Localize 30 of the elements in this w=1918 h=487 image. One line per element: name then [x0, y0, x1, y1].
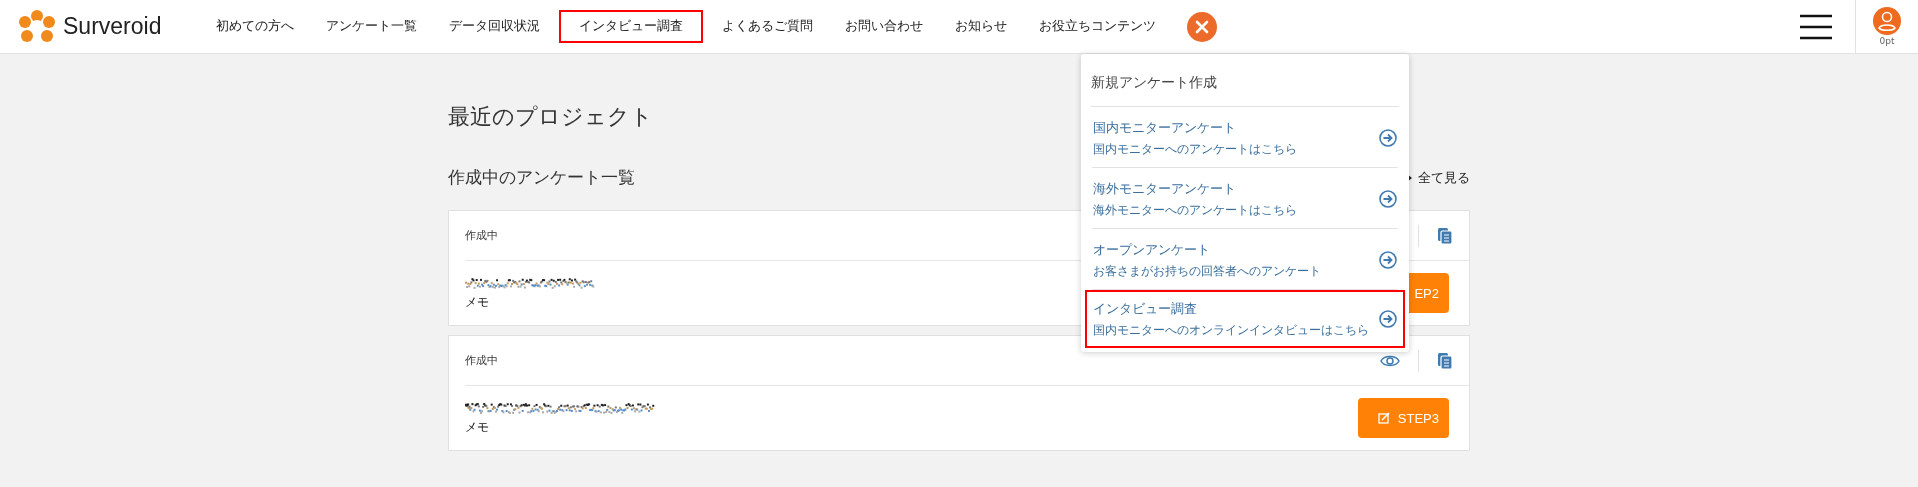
page-title: 最近のプロジェクト: [448, 103, 653, 131]
menu-item-label: 海外モニターアンケート: [1093, 180, 1237, 198]
menu-item-label: オープンアンケート: [1093, 241, 1211, 259]
menu-item[interactable]: インタビュー調査 国内モニターへのオンラインインタビューはこちら: [1085, 290, 1405, 348]
memo-text: メモ: [465, 293, 490, 311]
menu-item[interactable]: オープンアンケート お客さまがお持ちの回答者へのアンケート: [1091, 229, 1399, 290]
menu-item-description: 国内モニターへのアンケートはこちら: [1093, 142, 1297, 157]
menu-item-description: 国内モニターへのオンラインインタビューはこちら: [1093, 323, 1369, 338]
status-text: 作成中: [465, 353, 498, 368]
nav-link[interactable]: アンケート一覧: [313, 10, 430, 43]
status-text: 作成中: [465, 228, 498, 243]
logo-text[interactable]: Surveroid: [63, 13, 162, 40]
menu-item-label: インタビュー調査: [1093, 300, 1198, 318]
menu-item[interactable]: 海外モニターアンケート 海外モニターへのアンケートはこちら: [1091, 168, 1399, 229]
nav-link[interactable]: データ回収状況: [436, 10, 553, 43]
nav-link[interactable]: お問い合わせ: [832, 10, 936, 43]
menu-item-description: 海外モニターへのアンケートはこちら: [1093, 203, 1297, 218]
points-text: 0pt: [1879, 36, 1895, 46]
menu-item[interactable]: 国内モニターアンケート 国内モニターへのアンケートはこちら: [1091, 107, 1399, 168]
see-all-link[interactable]: 全て見る: [1418, 168, 1470, 187]
memo-text: メモ: [465, 418, 490, 436]
menu-item-label: 国内モニターアンケート: [1093, 119, 1237, 137]
nav-link[interactable]: お役立ちコンテンツ: [1026, 10, 1169, 43]
nav-link[interactable]: よくあるご質問: [709, 10, 826, 43]
section-title: 作成中のアンケート一覧: [448, 166, 635, 189]
menu-item-description: お客さまがお持ちの回答者へのアンケート: [1093, 264, 1321, 279]
nav-link[interactable]: 初めての方へ: [203, 10, 307, 43]
nav-link[interactable]: お知らせ: [942, 10, 1020, 43]
nav-link[interactable]: インタビュー調査: [559, 10, 703, 43]
dropdown-title: 新規アンケート作成: [1091, 54, 1399, 107]
